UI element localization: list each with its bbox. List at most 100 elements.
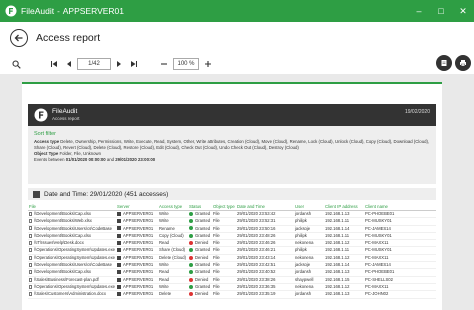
- group-label: Date and Time: 29/01/2020: [44, 190, 123, 198]
- print-icon: [460, 60, 466, 67]
- granted-status-icon: [189, 248, 193, 253]
- cell-object-type: File: [212, 268, 236, 277]
- report-page: FileAudit Access report 19/02/2020 Sort …: [22, 82, 442, 310]
- file-icon: [29, 277, 32, 282]
- print-button[interactable]: [455, 55, 471, 71]
- status-text: Granted: [195, 247, 211, 253]
- cell-date-time: 29/01/2020 23:43:14: [236, 254, 294, 263]
- page-header: Access report: [0, 22, 474, 54]
- report-date: 19/02/2020: [404, 109, 430, 115]
- cell-status: Denied: [188, 239, 212, 248]
- cell-user: nekonena: [294, 254, 324, 263]
- cell-date-time: 29/01/2020 23:50:16: [236, 225, 294, 233]
- last-page-button[interactable]: [128, 57, 140, 71]
- cell-client-name: PC-PHOEBE01: [364, 268, 436, 277]
- cell-access-type: Share (Cloud): [158, 246, 188, 255]
- cell-client-name: PC-MAXX11: [364, 254, 436, 263]
- status-text: Granted: [195, 262, 211, 268]
- filter-summary: Sort filter Access type Delete, Ownershi…: [28, 126, 436, 184]
- server-name: APPSERVER01: [62, 6, 125, 16]
- cell-client-ip: 192.168.1.14: [324, 261, 364, 270]
- table-row: \\Development\Books\Users\cs\CodeBase APP…: [28, 261, 436, 270]
- server-icon: [117, 211, 121, 216]
- minimize-button[interactable]: –: [408, 0, 430, 22]
- prev-page-button[interactable]: [63, 57, 75, 71]
- granted-status-icon: [189, 226, 193, 231]
- server-name: APPSERVER01: [123, 262, 154, 268]
- table-header-row: File Server Access type Status Object ty…: [28, 203, 436, 211]
- last-page-icon: [131, 61, 137, 67]
- granted-status-icon: [189, 284, 193, 289]
- file-icon: [29, 262, 32, 267]
- column-header-server[interactable]: Server: [116, 203, 158, 211]
- cell-client-ip: 192.168.1.11: [324, 246, 364, 255]
- cell-user: jordansh: [294, 290, 324, 299]
- app-name: FileAudit: [21, 6, 55, 16]
- cell-date-time: 29/01/2020 23:46:21: [236, 246, 294, 255]
- prev-page-icon: [67, 61, 71, 67]
- server-name: APPSERVER01: [123, 240, 154, 246]
- search-button[interactable]: [9, 57, 23, 71]
- cell-status: Granted: [188, 225, 212, 233]
- column-header-status[interactable]: Status: [188, 203, 212, 211]
- export-button[interactable]: [436, 55, 452, 71]
- server-name: APPSERVER01: [123, 247, 154, 253]
- cell-file: \\Development\Books\Web.xlsx: [28, 217, 116, 226]
- zoom-out-button[interactable]: [158, 57, 170, 71]
- cell-client-name: PC-MUSKY01: [364, 217, 436, 226]
- file-icon: [29, 226, 32, 231]
- report-viewer[interactable]: FileAudit Access report 19/02/2020 Sort …: [0, 74, 474, 310]
- column-header-user[interactable]: User: [294, 203, 324, 211]
- denied-status-icon: [189, 255, 193, 260]
- events-from: 01/01/2020 00:00:00: [65, 157, 106, 162]
- cell-server: APPSERVER01: [116, 290, 158, 299]
- next-page-button[interactable]: [113, 57, 125, 71]
- events-prefix: Events between: [34, 157, 65, 162]
- close-button[interactable]: ✕: [452, 0, 474, 22]
- cell-date-time: 29/01/2020 23:48:26: [236, 232, 294, 241]
- file-icon: [29, 219, 32, 224]
- back-button[interactable]: [10, 29, 28, 47]
- zoom-in-button[interactable]: [202, 57, 214, 71]
- cell-status: Granted: [188, 210, 212, 219]
- server-icon: [117, 262, 121, 267]
- title-separator: -: [57, 6, 60, 16]
- zoom-select[interactable]: 100 %: [173, 58, 199, 70]
- column-header-access-type[interactable]: Access type: [158, 203, 188, 211]
- cell-status: Granted: [188, 217, 212, 226]
- column-header-client-name[interactable]: Client name: [364, 203, 436, 211]
- server-name: APPSERVER01: [123, 232, 154, 238]
- server-icon: [117, 277, 121, 282]
- table-row: \\Operations\OperatingSystem\Updates.exe…: [28, 254, 436, 263]
- search-icon: [12, 60, 21, 69]
- page-number-input[interactable]: 1/42: [77, 58, 111, 70]
- cell-object-type: File: [212, 210, 236, 219]
- cell-server: APPSERVER01: [116, 261, 158, 270]
- table-row: \\Operations\OperatingSystem\Updates.exe…: [28, 246, 436, 255]
- events-range: Events between 01/01/2020 00:00:00 and 2…: [34, 157, 430, 163]
- cell-file: \\Development\Books\Cap.xlsx: [28, 268, 116, 277]
- maximize-button[interactable]: □: [430, 0, 452, 22]
- export-icon: [441, 60, 447, 66]
- cell-file: \\Operations\OperatingSystem\Updates.exe: [28, 283, 116, 292]
- cell-file: \\Sales\Business\Forecast-plan.pdf: [28, 276, 116, 284]
- cell-server: APPSERVER01: [116, 225, 158, 233]
- file-icon: [29, 270, 32, 275]
- report-toolbar: 1/42 100 %: [0, 54, 474, 74]
- file-path: \\IT\Issues\Help\Desk.docx: [34, 240, 84, 246]
- column-header-client-ip[interactable]: Client IP address: [324, 203, 364, 211]
- status-text: Denied: [195, 291, 209, 297]
- column-header-object-type[interactable]: Object type: [212, 203, 236, 211]
- first-page-button[interactable]: [48, 57, 60, 71]
- cell-server: APPSERVER01: [116, 268, 158, 277]
- cell-client-name: PC-JAMES14: [364, 261, 436, 270]
- status-text: Granted: [195, 283, 211, 289]
- cell-client-ip: 192.168.1.13: [324, 210, 364, 219]
- cell-access-type: Write: [158, 210, 188, 219]
- cell-date-time: 29/01/2020 23:42:51: [236, 261, 294, 270]
- table-row: \\IT\Issues\Help\Desk.docx APPSERVER01 Rea…: [28, 239, 436, 248]
- column-header-file[interactable]: File: [28, 203, 116, 211]
- cell-file: \\Sales\Customers\Administration.docx: [28, 290, 116, 299]
- title-bar: FileAudit - APPSERVER01 – □ ✕: [0, 0, 474, 22]
- column-header-date-time[interactable]: Date and Time: [236, 203, 294, 211]
